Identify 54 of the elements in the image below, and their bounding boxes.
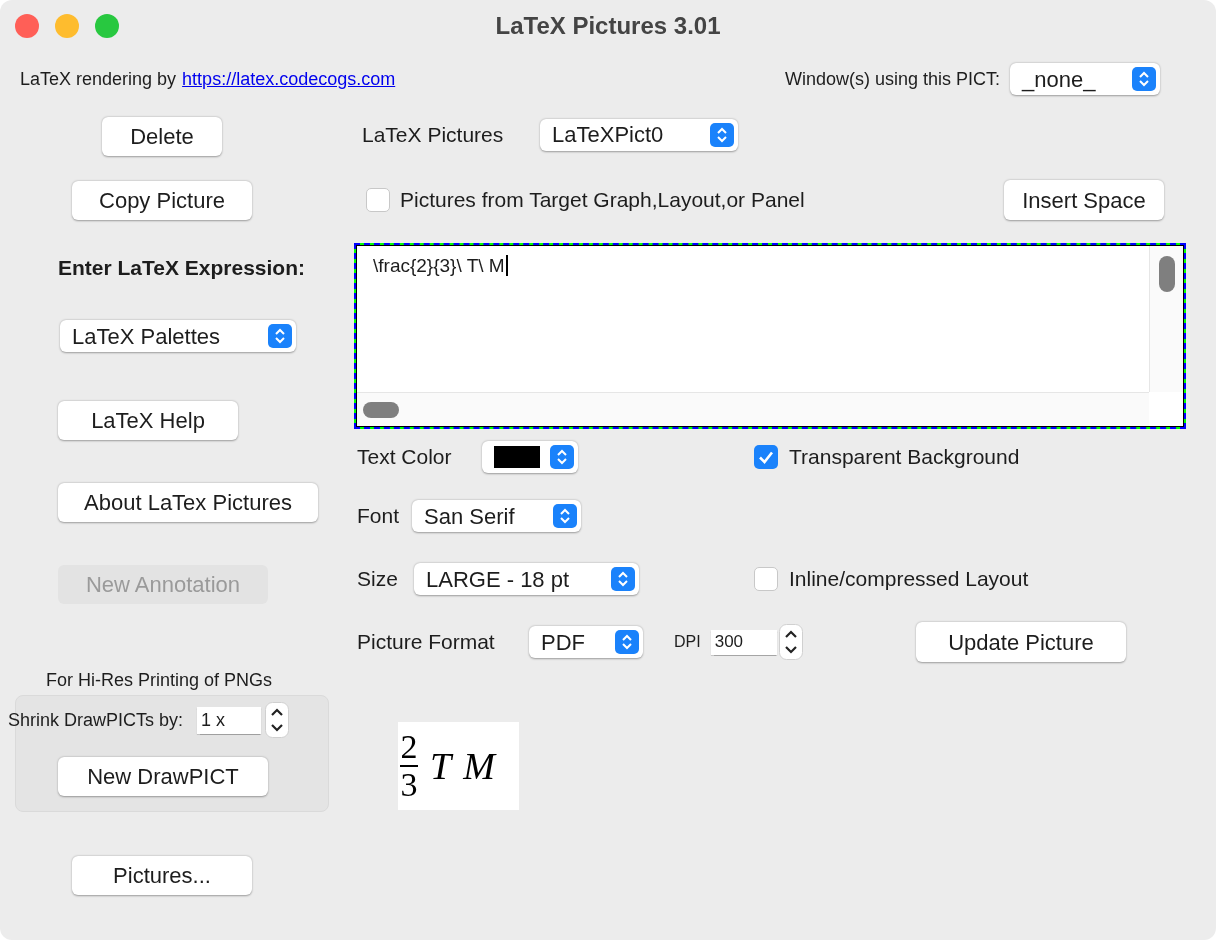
expression-editor[interactable]: \frac{2}{3}\ T\ M (354, 243, 1186, 429)
checkbox[interactable] (754, 567, 778, 591)
text-color-popup[interactable] (482, 441, 578, 473)
font-popup[interactable]: San Serif (412, 500, 581, 532)
inline-layout-label: Inline/compressed Layout (789, 566, 1029, 593)
dpi-stepper[interactable] (778, 624, 803, 660)
picture-format-popup[interactable]: PDF (529, 626, 643, 658)
stepper-icon (550, 445, 574, 469)
shrink-field[interactable]: 1 x (197, 706, 262, 734)
close-button[interactable] (15, 14, 39, 38)
transparent-background-label: Transparent Background (789, 444, 1020, 471)
math-symbol: M (463, 743, 495, 789)
target-checkbox-label: Pictures from Target Graph,Layout,or Panel (400, 187, 805, 214)
math-symbol: T (430, 743, 452, 789)
update-picture-button[interactable]: Update Picture (916, 622, 1126, 662)
stepper-icon (615, 630, 639, 654)
pict-windows-popup[interactable]: _none_ (1010, 63, 1160, 95)
text-color-label: Text Color (357, 444, 453, 471)
expression-text: \frac{2}{3}\ T\ M (373, 255, 508, 276)
numerator: 2 (400, 729, 418, 765)
credit-text: LaTeX rendering by (20, 67, 177, 91)
checkbox[interactable] (366, 188, 390, 212)
vertical-scrollbar[interactable] (1158, 256, 1175, 292)
stepper-icon (611, 567, 635, 591)
latex-pictures-label: LaTeX Pictures (362, 121, 505, 148)
hi-res-caption: For Hi-Res Printing of PNGs (46, 670, 274, 690)
font-label: Font (357, 503, 401, 530)
shrink-stepper[interactable] (265, 702, 290, 738)
push-button[interactable]: Copy Picture (72, 181, 252, 220)
push-button[interactable]: LaTeX Help (58, 401, 238, 440)
pict-windows-label: Window(s) using this PICT: (784, 67, 1000, 91)
size-popup[interactable]: LARGE - 18 pt (414, 563, 639, 595)
zoom-button[interactable] (95, 14, 119, 38)
push-button[interactable]: Delete (102, 117, 222, 156)
palettes-popup[interactable]: LaTeX Palettes (60, 320, 296, 352)
size-label: Size (357, 566, 399, 593)
dpi-label: DPI (674, 632, 701, 652)
latex-pictures-popup[interactable]: LaTeXPict0 (540, 118, 738, 151)
new-drawpict-button[interactable]: New DrawPICT (58, 757, 268, 796)
stepper-icon (710, 122, 734, 147)
pictures-button[interactable]: Pictures... (72, 856, 252, 895)
push-button[interactable]: About LaTex Pictures (58, 483, 318, 522)
stepper-icon (553, 504, 577, 528)
horizontal-scrollbar[interactable] (363, 401, 399, 418)
picture-format-label: Picture Format (357, 629, 496, 656)
stepper-icon (1132, 67, 1156, 91)
credit-link[interactable]: https://latex.codecogs.com (182, 65, 396, 93)
shrink-label: Shrink DrawPICTs by: (8, 708, 184, 732)
dpi-field[interactable]: 300 (710, 629, 777, 655)
stepper-icon (268, 324, 292, 348)
denominator: 3 (400, 767, 418, 803)
insert-space-button[interactable]: Insert Space (1004, 180, 1164, 220)
checkbox[interactable] (754, 445, 778, 469)
window-title: LaTeX Pictures 3.01 (495, 11, 721, 41)
